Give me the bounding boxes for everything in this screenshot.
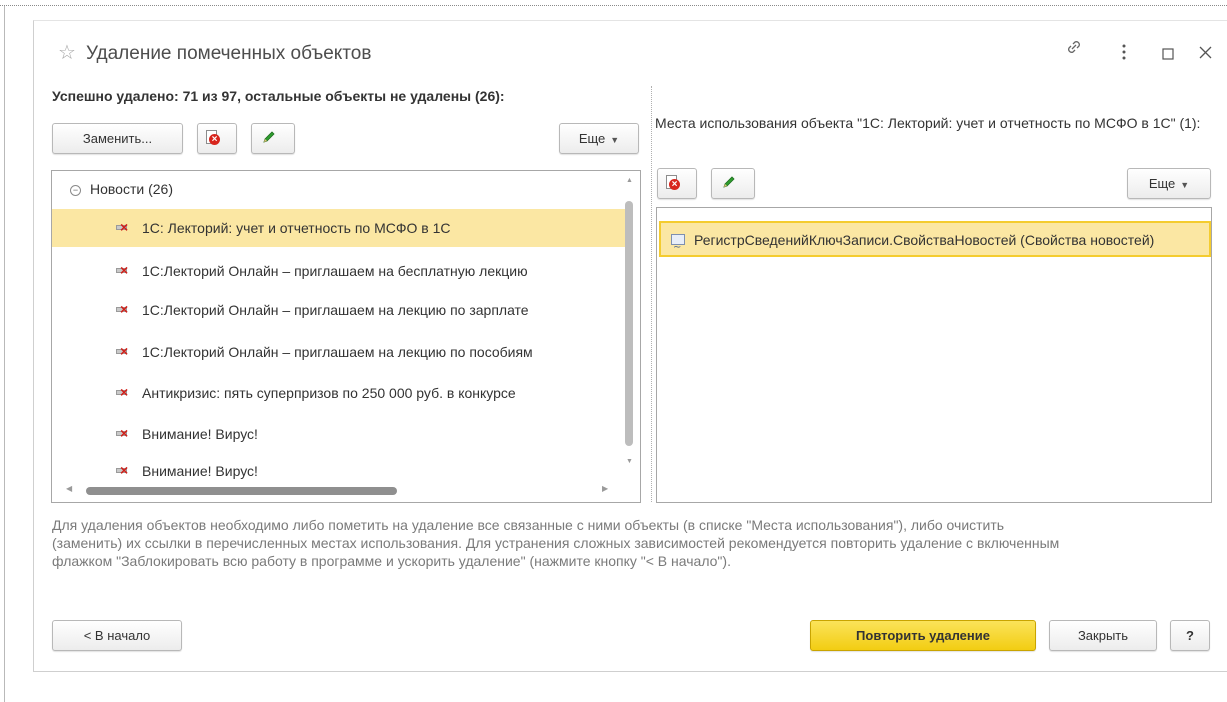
horizontal-scroll-thumb[interactable]: [86, 487, 397, 495]
usage-delete-mark-button[interactable]: [657, 168, 697, 199]
scroll-left-arrow-icon[interactable]: ◀: [66, 484, 72, 493]
help-button-label: ?: [1186, 628, 1194, 643]
help-button[interactable]: ?: [1170, 620, 1210, 651]
usage-more-button[interactable]: Еще ▼: [1127, 168, 1211, 199]
marked-object-icon: ×: [116, 385, 130, 399]
usage-more-label: Еще: [1148, 176, 1176, 191]
pencil-icon: [263, 131, 275, 143]
left-more-label: Еще: [578, 131, 606, 146]
tree-row[interactable]: × Внимание! Вирус!: [52, 415, 626, 453]
close-button[interactable]: Закрыть: [1049, 620, 1157, 651]
marked-object-icon: ×: [116, 463, 130, 477]
pencil-icon: [723, 176, 735, 188]
top-dotted-border: [0, 5, 1227, 6]
chevron-down-icon: ▼: [1180, 180, 1190, 190]
tree-row-label: Антикризис: пять суперпризов по 250 000 …: [142, 385, 516, 401]
left-more-button[interactable]: Еще ▼: [559, 123, 639, 154]
tree-row[interactable]: × 1С:Лекторий Онлайн – приглашаем на лекц…: [52, 291, 626, 329]
register-record-icon: [671, 231, 685, 255]
status-text: Успешно удалено: 71 из 97, остальные объ…: [52, 88, 505, 104]
marked-object-icon: ×: [116, 220, 130, 234]
vertical-scroll-thumb[interactable]: [625, 201, 633, 446]
scroll-up-arrow-icon[interactable]: ▲: [626, 177, 633, 184]
marked-object-icon: ×: [116, 302, 130, 316]
vertical-scrollbar[interactable]: ▲ ▼: [620, 171, 640, 502]
tree-row-label: Внимание! Вирус!: [142, 463, 258, 479]
tree-row-label: 1С: Лекторий: учет и отчетность по МСФО …: [142, 220, 451, 236]
delete-mark-icon: [666, 175, 680, 190]
delete-mark-icon: [206, 130, 220, 145]
retry-delete-button[interactable]: Повторить удаление: [810, 620, 1036, 651]
tree-row[interactable]: × Антикризис: пять суперпризов по 250 000…: [52, 374, 626, 412]
usage-row-label: РегистрСведенийКлючЗаписи.СвойстваНовост…: [694, 232, 1155, 248]
tree-row-label: 1С:Лекторий Онлайн – приглашаем на лекци…: [142, 344, 533, 360]
maximize-icon[interactable]: [1162, 47, 1174, 65]
tree-row[interactable]: × 1С:Лекторий Онлайн – приглашаем на бесп…: [52, 252, 626, 290]
edit-button[interactable]: [251, 123, 295, 154]
panel-splitter[interactable]: [651, 86, 652, 502]
marked-object-icon: ×: [116, 426, 130, 440]
retry-button-label: Повторить удаление: [856, 628, 990, 643]
favorite-star-icon[interactable]: ☆: [58, 42, 76, 64]
marked-object-icon: ×: [116, 344, 130, 358]
tree-row-label: 1С:Лекторий Онлайн – приглашаем на лекци…: [142, 302, 529, 318]
window-title-text: Удаление помеченных объектов: [85, 43, 372, 64]
usage-edit-button[interactable]: [711, 168, 755, 199]
marked-object-icon: ×: [116, 263, 130, 277]
chevron-down-icon: ▼: [610, 135, 620, 145]
horizontal-scrollbar[interactable]: ◀ ▶: [52, 483, 622, 501]
window-title: ☆ Удаление помеченных объектов: [58, 40, 371, 65]
delete-mark-button[interactable]: [197, 123, 237, 154]
link-icon[interactable]: [1066, 38, 1082, 61]
tree-group-news[interactable]: − Новости (26): [52, 175, 173, 203]
hint-text: Для удаления объектов необходимо либо по…: [52, 517, 1060, 569]
replace-button-label: Заменить...: [82, 131, 153, 146]
close-icon[interactable]: [1199, 46, 1212, 64]
more-vertical-icon[interactable]: [1121, 44, 1127, 65]
tree-group-label: Новости (26): [90, 181, 173, 197]
close-button-label: Закрыть: [1077, 628, 1129, 643]
usage-list[interactable]: РегистрСведенийКлючЗаписи.СвойстваНовост…: [656, 207, 1212, 503]
left-edge-line: [4, 6, 5, 702]
scroll-down-arrow-icon[interactable]: ▼: [626, 458, 633, 465]
usage-row[interactable]: РегистрСведенийКлючЗаписи.СвойстваНовост…: [659, 221, 1211, 257]
replace-button[interactable]: Заменить...: [52, 123, 183, 154]
back-to-start-button[interactable]: < В начало: [52, 620, 182, 651]
scroll-right-arrow-icon[interactable]: ▶: [602, 484, 608, 493]
tree-row[interactable]: × 1С:Лекторий Онлайн – приглашаем на лекц…: [52, 333, 626, 371]
usage-heading: Места использования объекта "1С: Лектори…: [655, 115, 1201, 131]
tree-row-label: Внимание! Вирус!: [142, 426, 258, 442]
collapse-icon[interactable]: −: [70, 185, 81, 196]
tree-row-label: 1С:Лекторий Онлайн – приглашаем на беспл…: [142, 263, 528, 279]
tree-row[interactable]: × 1С: Лекторий: учет и отчетность по МСФО…: [52, 209, 626, 247]
deleted-objects-tree[interactable]: − Новости (26) × 1С: Лекторий: учет и отче…: [51, 170, 641, 503]
back-button-label: < В начало: [83, 628, 151, 643]
